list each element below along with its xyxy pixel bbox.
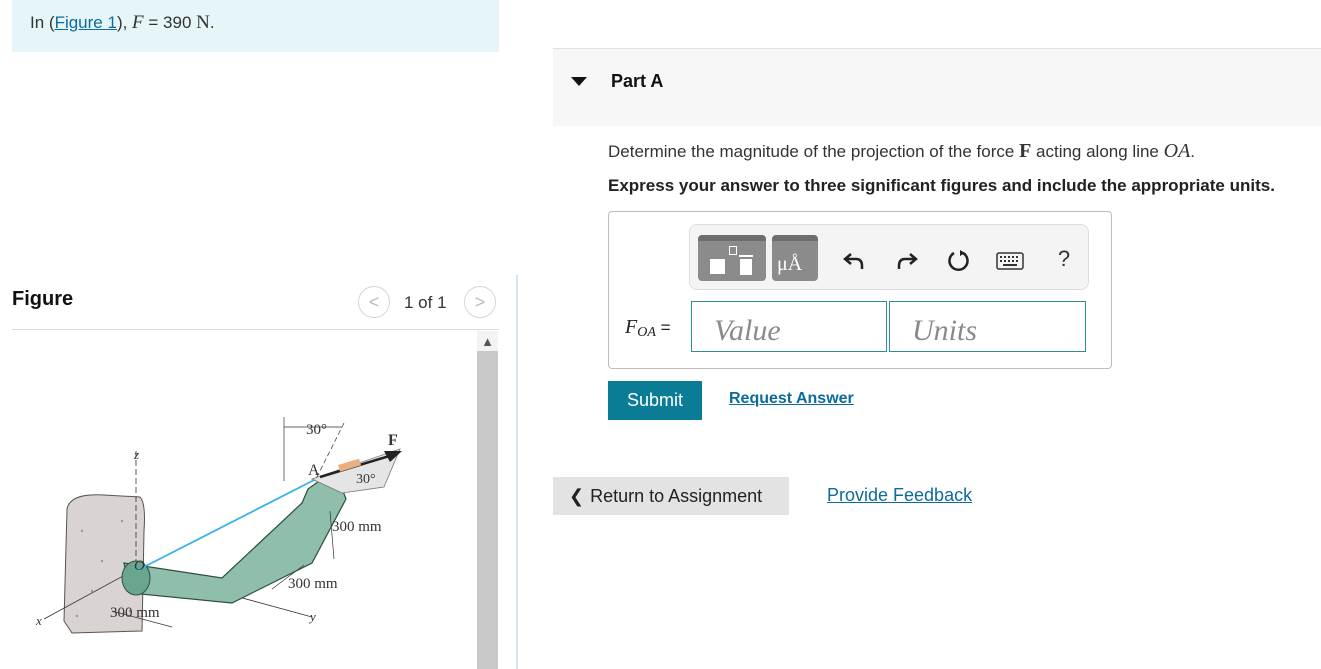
chevron-left-icon: < <box>368 291 380 312</box>
part-a-header[interactable]: Part A <box>553 48 1321 126</box>
value-input[interactable] <box>691 301 887 352</box>
question-force: F <box>1019 140 1032 162</box>
variable-equals: = <box>655 318 671 337</box>
question-text: Determine the magnitude of the projectio… <box>608 140 1195 163</box>
dim-vertical-label: 300 mm <box>332 519 382 535</box>
point-a-label: A <box>308 462 320 479</box>
scrollbar-thumb[interactable] <box>477 351 498 669</box>
axis-x-label: x <box>35 613 42 628</box>
request-answer-link[interactable]: Request Answer <box>729 390 854 408</box>
question-line: OA <box>1163 140 1191 162</box>
previous-figure-button[interactable]: < <box>358 286 390 318</box>
keyboard-icon[interactable] <box>996 247 1024 275</box>
scroll-up-icon[interactable]: ▲ <box>477 331 498 351</box>
units-icon: μÅ <box>777 253 803 275</box>
origin-label: O <box>134 558 145 574</box>
force-variable: F <box>132 12 144 33</box>
force-equals: = 390 <box>143 13 197 32</box>
part-title: Part A <box>611 71 664 91</box>
template-power-icon <box>729 246 737 255</box>
question-end: . <box>1190 142 1196 161</box>
templates-button[interactable] <box>698 235 766 281</box>
variable-letter: F <box>625 316 638 338</box>
figure-title: Figure <box>12 288 74 310</box>
template-square-icon <box>710 259 725 274</box>
intro-period: . <box>209 13 215 32</box>
question-prefix: Determine the magnitude of the projectio… <box>608 142 1020 161</box>
caret-down-icon[interactable] <box>571 77 587 86</box>
force-label: F <box>388 432 398 449</box>
next-figure-button[interactable]: > <box>464 286 496 318</box>
reset-icon[interactable] <box>945 247 973 275</box>
units-input[interactable] <box>889 301 1086 352</box>
force-unit: N <box>196 12 210 33</box>
angle-top-label: 30° <box>306 422 327 438</box>
chevron-left-icon: ❮ <box>569 485 585 506</box>
figure-1-link[interactable]: Figure 1 <box>55 13 117 32</box>
return-to-assignment-button[interactable]: ❮ Return to Assignment <box>553 477 789 515</box>
return-label: Return to Assignment <box>590 485 763 506</box>
template-fraction-icon <box>739 255 753 257</box>
figure-scrollbar[interactable]: ▲ <box>477 331 498 669</box>
dim-base-label: 300 mm <box>110 605 160 621</box>
figure-image: 30° F A 30° 300 mm 300 mm 300 mm O z x y <box>12 331 477 669</box>
intro-prefix: In ( <box>30 13 55 32</box>
help-icon[interactable]: ? <box>1050 245 1078 273</box>
answer-instruction: Express your answer to three significant… <box>608 176 1275 195</box>
column-divider <box>516 275 518 669</box>
answer-box: μÅ ? FOA = <box>608 211 1112 369</box>
axis-z-label: z <box>133 447 139 462</box>
problem-statement: In (Figure 1), F = 390 N. <box>12 0 499 52</box>
figure-header: Figure < 1 of 1 > <box>12 284 499 330</box>
chevron-right-icon: > <box>474 291 486 312</box>
variable-subscript: OA <box>637 325 656 340</box>
undo-icon[interactable] <box>840 247 868 275</box>
answer-variable: FOA = <box>625 316 671 341</box>
figure-page-count: 1 of 1 <box>404 293 447 312</box>
axis-y-label: y <box>308 609 316 624</box>
dim-diagonal-label: 300 mm <box>288 576 338 592</box>
template-box-icon <box>740 259 752 275</box>
question-middle: acting along line <box>1031 142 1164 161</box>
redo-icon[interactable] <box>893 247 921 275</box>
submit-button[interactable]: Submit <box>608 381 702 420</box>
units-button[interactable]: μÅ <box>772 235 818 281</box>
provide-feedback-link[interactable]: Provide Feedback <box>827 485 972 506</box>
angle-side-label: 30° <box>356 472 376 487</box>
intro-suffix: ), <box>116 13 133 32</box>
math-toolbar: μÅ ? <box>689 224 1089 290</box>
